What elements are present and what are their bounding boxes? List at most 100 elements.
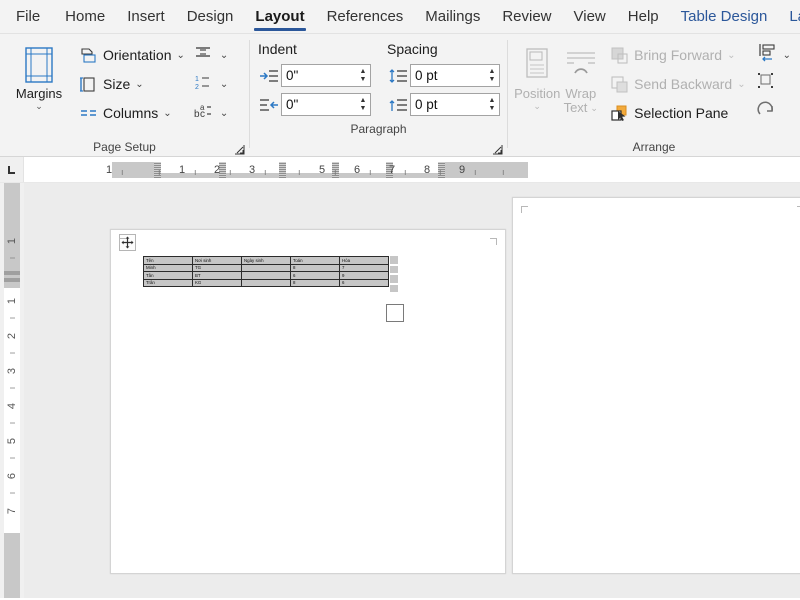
bring-forward-button[interactable]: Bring Forward ⌄ xyxy=(603,41,750,69)
table-cell[interactable]: TG xyxy=(193,264,242,272)
chevron-down-icon[interactable]: ⌄ xyxy=(590,103,598,114)
spin-down-icon[interactable]: ▼ xyxy=(360,106,367,111)
chevron-down-icon[interactable]: ⌄ xyxy=(135,79,143,90)
selection-pane-button[interactable]: Selection Pane xyxy=(603,99,750,127)
indent-right-input[interactable] xyxy=(282,94,355,115)
wrap-text-button[interactable]: Wrap Text ⌄ xyxy=(560,39,601,115)
orientation-button[interactable]: Orientation ⌄ xyxy=(72,41,190,69)
table-cell[interactable] xyxy=(242,264,291,272)
column-marker[interactable] xyxy=(279,162,286,178)
margins-button[interactable]: Margins ⌄ xyxy=(6,39,72,112)
tab-design[interactable]: Design xyxy=(176,0,245,33)
align-button[interactable]: ⌄ xyxy=(753,41,794,69)
spin-down-icon[interactable]: ▼ xyxy=(360,77,367,82)
spacing-before-stepper[interactable]: ▲ ▼ xyxy=(410,64,500,87)
document-page-next[interactable] xyxy=(512,197,800,574)
spin-down-icon[interactable]: ▼ xyxy=(489,106,496,111)
table-cell[interactable]: 8 xyxy=(291,264,340,272)
chevron-down-icon[interactable]: ⌄ xyxy=(176,50,184,61)
table-cell[interactable]: 6 xyxy=(340,279,389,287)
spin-up-icon[interactable]: ▲ xyxy=(489,98,496,103)
document-page[interactable]: Tên Nơi sinh Ngày sinh Toán Hóa Minh TG … xyxy=(110,229,506,574)
columns-button[interactable]: Columns ⌄ xyxy=(72,99,190,127)
chevron-down-icon[interactable]: ⌄ xyxy=(783,50,791,61)
table-row[interactable]: Minh TG 8 7 xyxy=(144,264,389,272)
spacing-before-input[interactable] xyxy=(411,65,484,86)
table-cell[interactable] xyxy=(242,279,291,287)
position-button[interactable]: Position ⌄ xyxy=(514,39,560,112)
breaks-button[interactable]: ⌄ xyxy=(190,41,231,69)
chevron-down-icon[interactable]: ⌄ xyxy=(220,108,228,119)
vertical-ruler[interactable]: 1 ı 1 ı 2 ı 3 ı 4 ı 5 ı 6 ı 7 xyxy=(0,183,24,598)
indent-left-input[interactable] xyxy=(282,65,355,86)
chevron-down-icon[interactable]: ⌄ xyxy=(35,101,43,112)
tab-references[interactable]: References xyxy=(316,0,415,33)
table-header-cell[interactable]: Toán xyxy=(291,257,340,265)
chevron-down-icon[interactable]: ⌄ xyxy=(163,108,171,119)
spin-up-icon[interactable]: ▲ xyxy=(489,69,496,74)
paragraph-dialog-launcher[interactable] xyxy=(492,142,503,153)
table-header-cell[interactable]: Ngày sinh xyxy=(242,257,291,265)
spin-down-icon[interactable]: ▼ xyxy=(489,77,496,82)
rotate-button[interactable] xyxy=(753,99,794,127)
table-cell[interactable]: 6 xyxy=(291,272,340,280)
table-cell[interactable]: Minh xyxy=(144,264,193,272)
table-header-cell[interactable]: Hóa xyxy=(340,257,389,265)
line-numbers-button[interactable]: 1 2 ⌄ xyxy=(190,70,231,98)
table-header-cell[interactable]: Tên xyxy=(144,257,193,265)
spin-up-icon[interactable]: ▲ xyxy=(360,69,367,74)
table-row[interactable]: Trân KG 8 6 xyxy=(144,279,389,287)
tab-table-design[interactable]: Table Design xyxy=(670,0,779,33)
chevron-down-icon[interactable]: ⌄ xyxy=(220,50,228,61)
table-cell[interactable] xyxy=(242,272,291,280)
table-cell[interactable]: KG xyxy=(193,279,242,287)
vertical-ruler-handle[interactable] xyxy=(4,271,20,275)
ruler-number: 8 xyxy=(421,162,433,178)
tab-review[interactable]: Review xyxy=(491,0,562,33)
page-setup-dialog-launcher[interactable] xyxy=(234,142,245,153)
table-cell[interactable]: BT xyxy=(193,272,242,280)
spacing-after-input[interactable] xyxy=(411,94,484,115)
table-container[interactable]: Tên Nơi sinh Ngày sinh Toán Hóa Minh TG … xyxy=(143,256,389,287)
horizontal-ruler[interactable]: 1 1 2 3 5 6 7 8 9 ı ı ı ı ı ı ı ı ı ı ı … xyxy=(0,157,800,183)
tab-mailings[interactable]: Mailings xyxy=(414,0,491,33)
tab-table-layout[interactable]: Layout xyxy=(778,0,800,33)
tab-home[interactable]: Home xyxy=(54,0,116,33)
tab-layout[interactable]: Layout xyxy=(244,0,315,33)
group-button[interactable] xyxy=(753,70,794,98)
indent-right-spin-arrows[interactable]: ▲ ▼ xyxy=(355,94,370,115)
document-canvas[interactable]: Tên Nơi sinh Ngày sinh Toán Hóa Minh TG … xyxy=(24,183,800,598)
spacing-before-spin-arrows[interactable]: ▲ ▼ xyxy=(484,65,499,86)
table-row[interactable]: Tân BT 6 9 xyxy=(144,272,389,280)
document-table[interactable]: Tên Nơi sinh Ngày sinh Toán Hóa Minh TG … xyxy=(143,256,389,287)
table-cell[interactable]: 9 xyxy=(340,272,389,280)
tab-help[interactable]: Help xyxy=(617,0,670,33)
vertical-ruler-handle[interactable] xyxy=(4,278,20,282)
table-cell[interactable]: 7 xyxy=(340,264,389,272)
chevron-down-icon[interactable]: ⌄ xyxy=(220,79,228,90)
indent-left-spin-arrows[interactable]: ▲ ▼ xyxy=(355,65,370,86)
tab-view[interactable]: View xyxy=(563,0,617,33)
chevron-down-icon[interactable]: ⌄ xyxy=(533,101,541,112)
table-cell[interactable]: 8 xyxy=(291,279,340,287)
indent-right-stepper[interactable]: ▲ ▼ xyxy=(281,93,371,116)
spin-up-icon[interactable]: ▲ xyxy=(360,98,367,103)
table-header-row[interactable]: Tên Nơi sinh Ngày sinh Toán Hóa xyxy=(144,257,389,265)
send-backward-button[interactable]: Send Backward ⌄ xyxy=(603,70,750,98)
ruler-track[interactable]: 1 1 2 3 5 6 7 8 9 ı ı ı ı ı ı ı ı ı ı ı … xyxy=(24,157,800,182)
tab-insert[interactable]: Insert xyxy=(116,0,176,33)
spacing-after-stepper[interactable]: ▲ ▼ xyxy=(410,93,500,116)
chevron-down-icon[interactable]: ⌄ xyxy=(727,50,735,61)
tab-stop-selector[interactable] xyxy=(0,157,24,182)
tab-file[interactable]: File xyxy=(0,0,54,33)
hyphenation-button[interactable]: b c a ⌄ xyxy=(190,99,231,127)
indent-left-stepper[interactable]: ▲ ▼ xyxy=(281,64,371,87)
chevron-down-icon[interactable]: ⌄ xyxy=(737,79,745,90)
size-button[interactable]: Size ⌄ xyxy=(72,70,190,98)
table-header-cell[interactable]: Nơi sinh xyxy=(193,257,242,265)
table-resize-handle[interactable] xyxy=(386,304,404,322)
table-cell[interactable]: Tân xyxy=(144,272,193,280)
align-icon xyxy=(756,43,776,67)
table-cell[interactable]: Trân xyxy=(144,279,193,287)
spacing-after-spin-arrows[interactable]: ▲ ▼ xyxy=(484,94,499,115)
